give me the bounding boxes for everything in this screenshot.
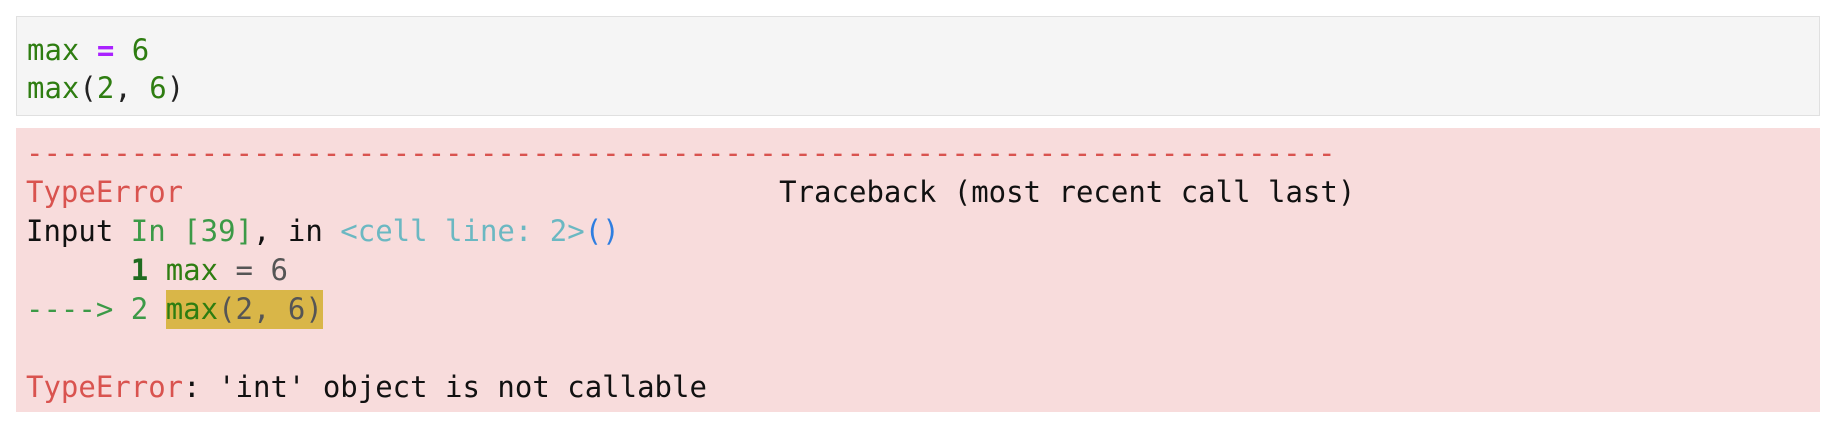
cell-line-label: <cell line: 2> bbox=[340, 214, 585, 248]
error-type-header: TypeError bbox=[26, 175, 184, 209]
traceback-separator: ----------------------------------------… bbox=[26, 136, 1336, 170]
traceback-location: Input In [39], in <cell line: 2>() bbox=[26, 212, 1810, 251]
code-input-cell[interactable]: max = 6 max(2, 6) bbox=[16, 16, 1820, 116]
traceback-source-line-2: ----> 2 max(2, 6) bbox=[26, 290, 1810, 329]
code-variable: max bbox=[27, 33, 80, 67]
error-message: : 'int' object is not callable bbox=[183, 370, 707, 404]
highlighted-call: max bbox=[165, 292, 219, 326]
input-cell-label: In [39] bbox=[130, 214, 253, 248]
code-arg-separator: , bbox=[114, 71, 150, 105]
code-function-call: max bbox=[27, 71, 80, 105]
code-paren-open: ( bbox=[79, 71, 97, 105]
traceback-source-line-1: 1 max = 6 bbox=[26, 251, 1810, 290]
code-paren-close: ) bbox=[166, 71, 185, 105]
source-variable: max bbox=[165, 253, 219, 287]
code-line-2: max(2, 6) bbox=[27, 69, 1809, 107]
code-line-1: max = 6 bbox=[27, 31, 1809, 69]
error-type: TypeError bbox=[26, 370, 184, 404]
line-number-1: 1 bbox=[130, 253, 149, 287]
error-arrow: ----> 2 bbox=[26, 292, 166, 326]
code-arg-1: 2 bbox=[96, 71, 115, 105]
highlighted-args: (2, 6) bbox=[218, 292, 323, 326]
source-assignment: = 6 bbox=[218, 253, 288, 287]
traceback-header: TypeError Traceback (most recent call las… bbox=[26, 173, 1810, 212]
error-output-cell: ----------------------------------------… bbox=[16, 128, 1820, 412]
code-arg-2: 6 bbox=[149, 71, 167, 105]
code-operator: = bbox=[96, 33, 115, 67]
error-highlight: max(2, 6) bbox=[165, 290, 323, 329]
input-prefix: Input bbox=[26, 214, 131, 248]
code-number: 6 bbox=[131, 33, 150, 67]
error-message-line: TypeError: 'int' object is not callable bbox=[26, 368, 1810, 407]
cell-line-parens: () bbox=[584, 214, 620, 248]
location-separator: , in bbox=[252, 214, 341, 248]
traceback-title: Traceback (most recent call last) bbox=[779, 175, 1356, 209]
